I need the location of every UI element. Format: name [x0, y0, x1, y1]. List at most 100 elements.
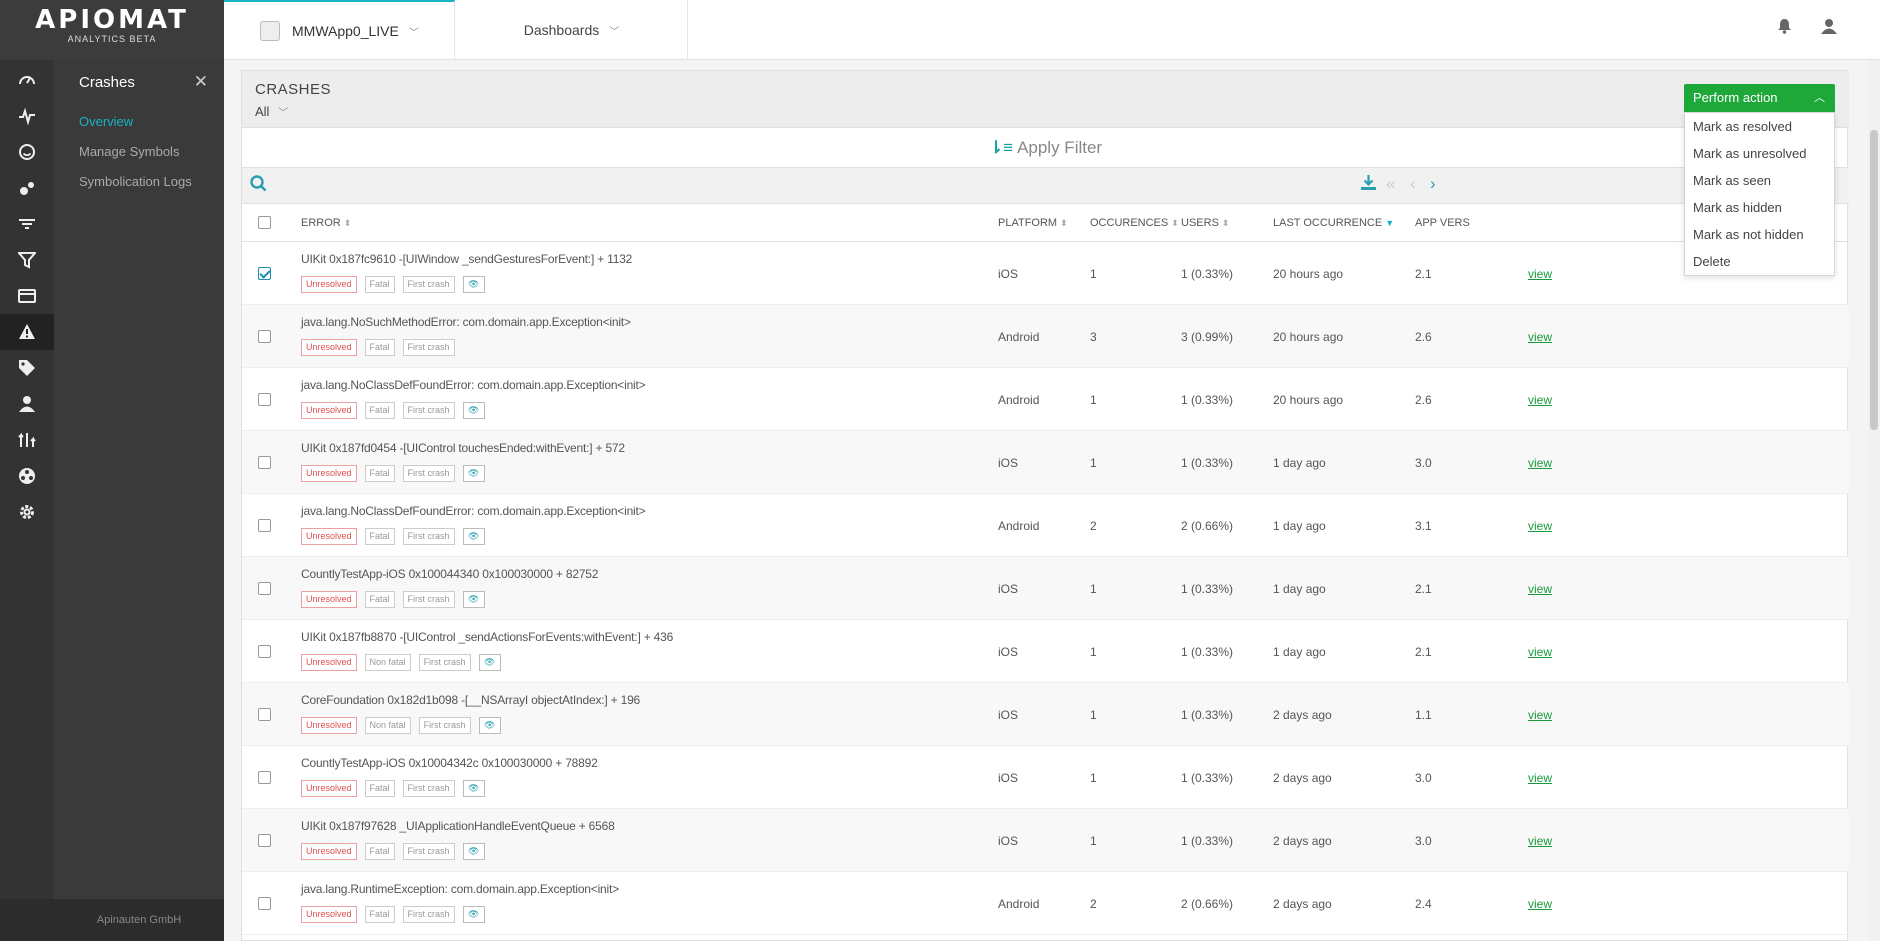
table-row[interactable]: UIKit 0x187fc9610 -[UIWindow _sendGestur… — [242, 242, 1849, 305]
view-link[interactable]: view — [1528, 456, 1552, 470]
table-row[interactable]: java.lang.RuntimeException: com.domain.a… — [242, 872, 1849, 935]
dashboard-gauge-icon[interactable] — [0, 62, 54, 98]
last-occurrence-cell: 1 day ago — [1273, 519, 1326, 533]
page-scrollbar[interactable] — [1868, 60, 1880, 941]
error-title[interactable]: java.lang.RuntimeException: com.domain.a… — [301, 882, 619, 896]
error-title[interactable]: java.lang.NoClassDefFoundError: com.doma… — [301, 378, 646, 392]
download-icon[interactable] — [1360, 174, 1377, 196]
menu-item-mark-resolved[interactable]: Mark as resolved — [1685, 113, 1834, 140]
error-title[interactable]: CoreFoundation 0x182d1b098 -[__NSArrayI … — [301, 693, 640, 707]
first-page-icon[interactable]: « — [1386, 174, 1395, 194]
scrollbar-thumb[interactable] — [1870, 130, 1878, 430]
table-row[interactable]: java.lang.NoClassDefFoundError: com.doma… — [242, 368, 1849, 431]
close-icon[interactable]: ✕ — [194, 72, 208, 92]
menu-item-mark-not-hidden[interactable]: Mark as not hidden — [1685, 221, 1834, 248]
view-link[interactable]: view — [1528, 834, 1552, 848]
menu-item-mark-seen[interactable]: Mark as seen — [1685, 167, 1834, 194]
perform-action-button[interactable]: Perform action ︿ — [1684, 84, 1835, 112]
menu-item-delete[interactable]: Delete — [1685, 248, 1834, 275]
funnel-icon[interactable] — [0, 242, 54, 278]
tag-icon[interactable] — [0, 350, 54, 386]
view-link[interactable]: view — [1528, 582, 1552, 596]
app-selector[interactable]: MMWApp0_LIVE ﹀ — [224, 0, 455, 60]
next-page-icon[interactable]: › — [1430, 174, 1436, 194]
row-checkbox[interactable] — [258, 897, 271, 910]
error-title[interactable]: UIKit 0x187fc9610 -[UIWindow _sendGestur… — [301, 252, 632, 266]
payments-card-icon[interactable] — [0, 278, 54, 314]
column-users[interactable]: USERS ⬍ — [1181, 217, 1229, 229]
view-link[interactable]: view — [1528, 645, 1552, 659]
view-link[interactable]: view — [1528, 897, 1552, 911]
row-checkbox[interactable] — [258, 582, 271, 595]
error-title[interactable]: UIKit 0x187fd0454 -[UIControl touchesEnd… — [301, 441, 625, 455]
menu-item-mark-unresolved[interactable]: Mark as unresolved — [1685, 140, 1834, 167]
error-title[interactable]: java.lang.NoSuchMethodError: com.domain.… — [301, 315, 631, 329]
menu-item-mark-hidden[interactable]: Mark as hidden — [1685, 194, 1834, 221]
bell-icon[interactable] — [1777, 18, 1792, 39]
column-platform[interactable]: PLATFORM ⬍ — [998, 217, 1068, 229]
view-link[interactable]: view — [1528, 708, 1552, 722]
row-checkbox[interactable] — [258, 645, 271, 658]
column-occurrences[interactable]: OCCURENCES ⬍ — [1090, 217, 1179, 229]
row-checkbox[interactable] — [258, 393, 271, 406]
column-app-version[interactable]: APP VERS — [1415, 217, 1470, 229]
row-checkbox[interactable] — [258, 267, 271, 280]
user-icon[interactable] — [1821, 18, 1837, 39]
previous-page-icon[interactable]: ‹ — [1410, 174, 1416, 194]
row-checkbox[interactable] — [258, 519, 271, 532]
settings-gear-icon[interactable] — [0, 494, 54, 530]
table-row[interactable]: UIKit 0x187fb8870 -[UIControl _sendActio… — [242, 620, 1849, 683]
dashboards-selector[interactable]: Dashboards ﹀ — [456, 0, 688, 60]
row-checkbox[interactable] — [258, 708, 271, 721]
app-version-cell: 2.1 — [1415, 267, 1432, 281]
users-cell: 2 (0.66%) — [1181, 897, 1234, 911]
error-title[interactable]: CountlyTestApp-iOS 0x10004342c 0x1000300… — [301, 756, 598, 770]
user-management-icon[interactable] — [0, 386, 54, 422]
crashes-card: CRASHES All ﹀ ⇂≡ Apply Filter « ‹ › ERRO… — [241, 70, 1849, 941]
row-checkbox[interactable] — [258, 834, 271, 847]
plugins-arrows-icon[interactable] — [0, 422, 54, 458]
brand-header[interactable]: APIOMAT ANALYTICS BETA — [0, 0, 224, 60]
row-checkbox[interactable] — [258, 456, 271, 469]
analytics-pulse-icon[interactable] — [0, 98, 54, 134]
error-title[interactable]: UIKit 0x187f97628 _UIApplicationHandleEv… — [301, 819, 615, 833]
eye-icon: 👁︎ — [462, 843, 485, 860]
users-smile-icon[interactable] — [0, 134, 54, 170]
table-row[interactable]: UIKit 0x187fd0454 -[UIControl touchesEnd… — [242, 431, 1849, 494]
sort-filter-icon: ⇂≡ — [988, 137, 1014, 157]
crash-filter-select[interactable]: All ﹀ — [255, 104, 288, 119]
view-link[interactable]: view — [1528, 267, 1552, 281]
severity-badge: Fatal — [364, 339, 395, 356]
view-link[interactable]: view — [1528, 771, 1552, 785]
error-tags: Unresolved Fatal First crash 👁︎ — [301, 465, 485, 482]
status-badge: Unresolved — [301, 780, 357, 797]
engagement-dots-icon[interactable] — [0, 170, 54, 206]
submenu-item-symbolication-logs[interactable]: Symbolication Logs — [79, 174, 192, 189]
table-row[interactable]: CountlyTestApp-iOS 0x10004342c 0x1000300… — [242, 746, 1849, 809]
crashes-warning-icon[interactable] — [0, 314, 54, 350]
table-toolbar: « ‹ › — [242, 168, 1849, 204]
error-title[interactable]: CountlyTestApp-iOS 0x100044340 0x1000300… — [301, 567, 598, 581]
column-last-occurrence[interactable]: LAST OCCURRENCE ▼ — [1273, 217, 1394, 229]
community-icon[interactable] — [0, 458, 54, 494]
error-title[interactable]: UIKit 0x187fb8870 -[UIControl _sendActio… — [301, 630, 673, 644]
select-all-checkbox[interactable] — [258, 216, 271, 229]
table-row[interactable]: java.lang.NoClassDefFoundError: com.doma… — [242, 494, 1849, 557]
column-error[interactable]: ERROR ⬍ — [301, 217, 351, 229]
table-row[interactable]: CoreFoundation 0x182d1b098 -[__NSArrayI … — [242, 683, 1849, 746]
submenu-item-manage-symbols[interactable]: Manage Symbols — [79, 144, 179, 159]
table-row[interactable]: java.lang.NoSuchMethodError: com.domain.… — [242, 305, 1849, 368]
row-checkbox[interactable] — [258, 771, 271, 784]
view-link[interactable]: view — [1528, 330, 1552, 344]
apply-filter-button[interactable]: ⇂≡ Apply Filter — [242, 128, 1849, 168]
view-link[interactable]: view — [1528, 519, 1552, 533]
row-checkbox[interactable] — [258, 330, 271, 343]
table-row[interactable]: UIKit 0x187f97628 _UIApplicationHandleEv… — [242, 809, 1849, 872]
eye-icon: 👁︎ — [462, 906, 485, 923]
view-link[interactable]: view — [1528, 393, 1552, 407]
search-icon[interactable] — [250, 175, 267, 197]
error-title[interactable]: java.lang.NoClassDefFoundError: com.doma… — [301, 504, 646, 518]
submenu-item-overview[interactable]: Overview — [79, 114, 133, 129]
filter-lines-icon[interactable] — [0, 206, 54, 242]
table-row[interactable]: CountlyTestApp-iOS 0x100044340 0x1000300… — [242, 557, 1849, 620]
